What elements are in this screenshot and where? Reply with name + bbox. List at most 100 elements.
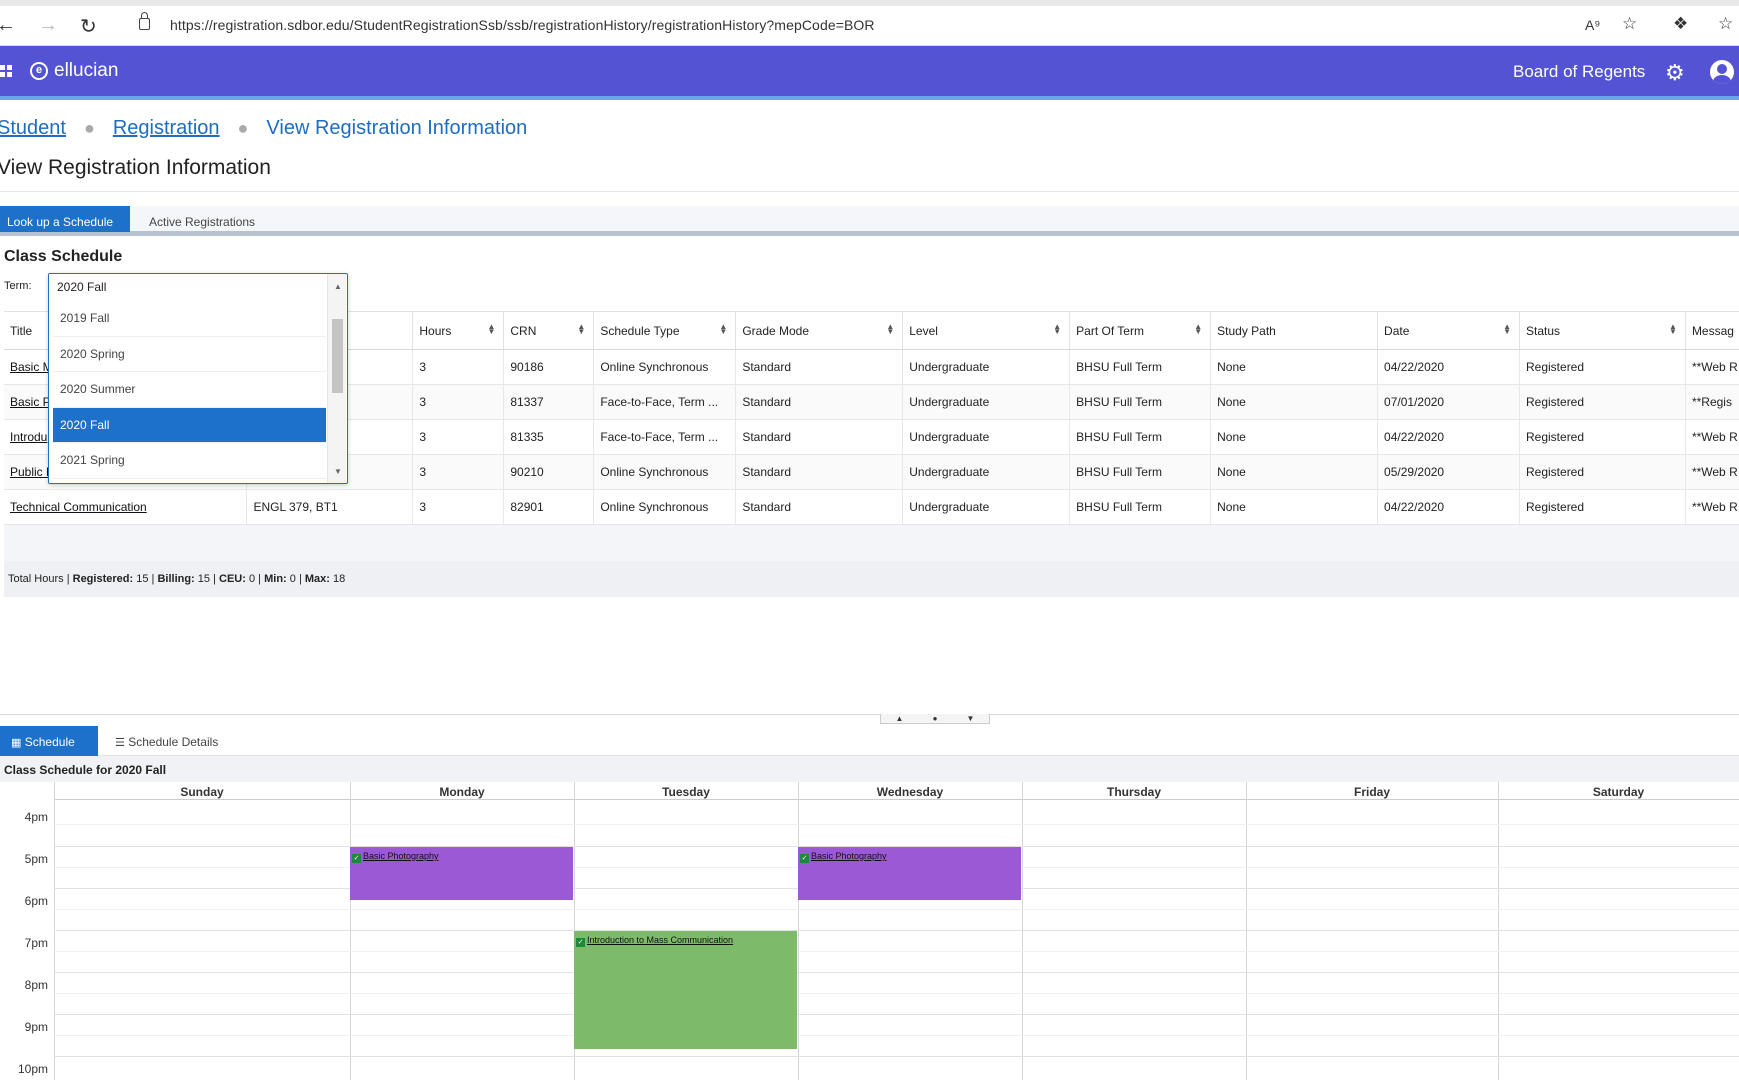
extensions-icon[interactable]: ❖: [1673, 14, 1688, 34]
app-header: e ellucian Board of Regents ⚙: [0, 46, 1739, 100]
address-bar[interactable]: https://registration.sdbor.edu/StudentRe…: [120, 11, 1660, 39]
column-header-part-of-term[interactable]: Part Of Term ▲ ▼: [1069, 311, 1212, 350]
term-list-scrollbar[interactable]: ▲ ▼: [327, 274, 346, 483]
column-header-study-path[interactable]: Study Path: [1210, 311, 1379, 350]
tab-active-registrations[interactable]: Active Registrations: [142, 206, 272, 232]
cell-details: ENGL 379, BT1: [246, 489, 414, 525]
scroll-up-icon[interactable]: ▲: [334, 282, 342, 291]
sort-icon[interactable]: ▲ ▼: [1053, 323, 1061, 336]
column-header-grade-mode[interactable]: Grade Mode ▲ ▼: [735, 311, 904, 350]
user-avatar-icon[interactable]: [1710, 60, 1734, 84]
scroll-thumb[interactable]: [332, 319, 343, 393]
calendar-icon: ▦: [11, 737, 22, 749]
cell-schedule-type: Face-to-Face, Term ...: [593, 419, 737, 455]
column-header-date[interactable]: Date ▲ ▼: [1377, 311, 1520, 350]
cell-status: Registered: [1519, 419, 1686, 455]
favorite-star-icon[interactable]: ☆: [1622, 14, 1637, 34]
tab-look-up-schedule[interactable]: Look up a Schedule: [0, 206, 130, 232]
check-icon: ✓: [800, 854, 809, 863]
breadcrumb-registration[interactable]: Registration: [113, 117, 220, 140]
pane-splitter[interactable]: ▲ ● ▼: [0, 714, 1739, 726]
splitter-down-icon[interactable]: ▼: [967, 714, 975, 723]
cell-schedule-type: Face-to-Face, Term ...: [593, 384, 737, 420]
term-select-value[interactable]: 2020 Fall: [57, 280, 106, 294]
cell-grade-mode: Standard: [735, 454, 904, 490]
term-option[interactable]: 2019 Fall: [53, 301, 326, 337]
column-header-message[interactable]: Messag: [1685, 311, 1739, 350]
cell-title[interactable]: Technical Communication: [4, 489, 248, 525]
cell-crn: 90186: [503, 349, 595, 385]
term-option-selected[interactable]: 2020 Fall: [53, 407, 326, 443]
column-header-crn[interactable]: CRN ▲ ▼: [503, 311, 595, 350]
sort-icon[interactable]: ▲ ▼: [487, 323, 495, 336]
term-option[interactable]: 2020 Spring: [53, 337, 326, 372]
cell-level: Undergraduate: [902, 489, 1071, 525]
cell-schedule-type: Online Synchronous: [593, 349, 737, 385]
cell-grade-mode: Standard: [735, 419, 904, 455]
ellucian-logo[interactable]: e ellucian: [30, 60, 118, 82]
sort-icon[interactable]: ▲ ▼: [577, 323, 585, 336]
cell-message: **Regis: [1685, 384, 1739, 420]
check-icon: ✓: [576, 938, 585, 947]
course-title-link[interactable]: Introdu: [10, 430, 47, 444]
cell-level: Undergraduate: [902, 454, 1071, 490]
url-text[interactable]: https://registration.sdbor.edu/StudentRe…: [170, 17, 875, 33]
app-grid-icon[interactable]: [0, 65, 12, 77]
weekly-calendar: Sunday Monday Tuesday Wednesday Thursday…: [0, 782, 1739, 1080]
cell-hours: 3: [412, 384, 505, 420]
breadcrumb-separator: ●: [83, 118, 95, 138]
breadcrumb-separator: ●: [237, 118, 249, 138]
reload-icon[interactable]: ↻: [80, 14, 97, 39]
back-arrow-icon[interactable]: ←: [0, 14, 16, 37]
hour-label: 6pm: [24, 894, 48, 908]
cell-part-of-term: BHSU Full Term: [1069, 349, 1212, 385]
read-aloud-icon[interactable]: A⁹: [1585, 17, 1600, 33]
cell-message: **Web R: [1685, 454, 1739, 490]
course-title-link[interactable]: Basic M: [10, 360, 53, 374]
splitter-dot-icon[interactable]: ●: [933, 714, 938, 723]
sort-icon[interactable]: ▲ ▼: [1669, 323, 1677, 336]
scroll-down-icon[interactable]: ▼: [334, 467, 342, 476]
sort-icon[interactable]: ▲ ▼: [1503, 323, 1511, 336]
sort-icon[interactable]: ▲ ▼: [1194, 323, 1202, 336]
column-header-schedule-type[interactable]: Schedule Type ▲ ▼: [593, 311, 737, 350]
hour-label: 5pm: [24, 852, 48, 866]
cell-status: Registered: [1519, 489, 1686, 525]
cell-grade-mode: Standard: [735, 384, 904, 420]
browser-toolbar: ← → ↻ https://registration.sdbor.edu/Stu…: [0, 0, 1739, 46]
tab-strip: [0, 0, 1739, 6]
course-title-link[interactable]: Technical Communication: [10, 500, 147, 514]
sort-icon[interactable]: ▲ ▼: [719, 323, 727, 336]
breadcrumb-current: View Registration Information: [266, 117, 528, 139]
page-title: View Registration Information: [0, 156, 271, 179]
breadcrumb-student[interactable]: Student: [0, 117, 66, 140]
gear-icon[interactable]: ⚙: [1665, 60, 1685, 86]
splitter-up-icon[interactable]: ▲: [896, 714, 904, 723]
favorites-list-icon[interactable]: ☆: [1718, 14, 1733, 34]
tab-schedule[interactable]: ▦ Schedule: [0, 726, 98, 756]
cell-hours: 3: [412, 454, 505, 490]
day-header-tuesday: Tuesday: [574, 782, 798, 800]
cell-hours: 3: [412, 349, 505, 385]
cell-date: 04/22/2020: [1377, 349, 1520, 385]
term-options-list: 2019 Fall 2020 Spring 2020 Summer 2020 F…: [53, 301, 326, 479]
splitter-handle[interactable]: ▲ ● ▼: [880, 714, 990, 724]
column-header-hours[interactable]: Hours ▲ ▼: [412, 311, 505, 350]
table-row: Technical Communication ENGL 379, BT1 3 …: [4, 489, 1739, 525]
course-title-link[interactable]: Basic P: [10, 395, 51, 409]
tab-schedule-details[interactable]: ☰ Schedule Details: [108, 726, 248, 756]
cell-date: 04/22/2020: [1377, 419, 1520, 455]
column-header-status[interactable]: Status ▲ ▼: [1519, 311, 1686, 350]
column-header-level[interactable]: Level ▲ ▼: [902, 311, 1071, 350]
sort-icon[interactable]: ▲ ▼: [886, 323, 894, 336]
term-select[interactable]: 2020 Fall 2019 Fall 2020 Spring 2020 Sum…: [48, 273, 348, 484]
event-basic-photography-monday[interactable]: ✓ Basic Photography: [350, 847, 573, 900]
event-basic-photography-wednesday[interactable]: ✓ Basic Photography: [798, 847, 1021, 900]
term-option[interactable]: 2021 Spring: [53, 443, 326, 479]
event-intro-mass-communication-tuesday[interactable]: ✓ Introduction to Mass Communication: [574, 931, 797, 1049]
hour-label: 10pm: [17, 1062, 48, 1076]
forward-arrow-icon[interactable]: →: [38, 14, 58, 37]
cell-message: **Web R: [1685, 489, 1739, 525]
cell-date: 04/22/2020: [1377, 489, 1520, 525]
term-option[interactable]: 2020 Summer: [53, 372, 326, 408]
